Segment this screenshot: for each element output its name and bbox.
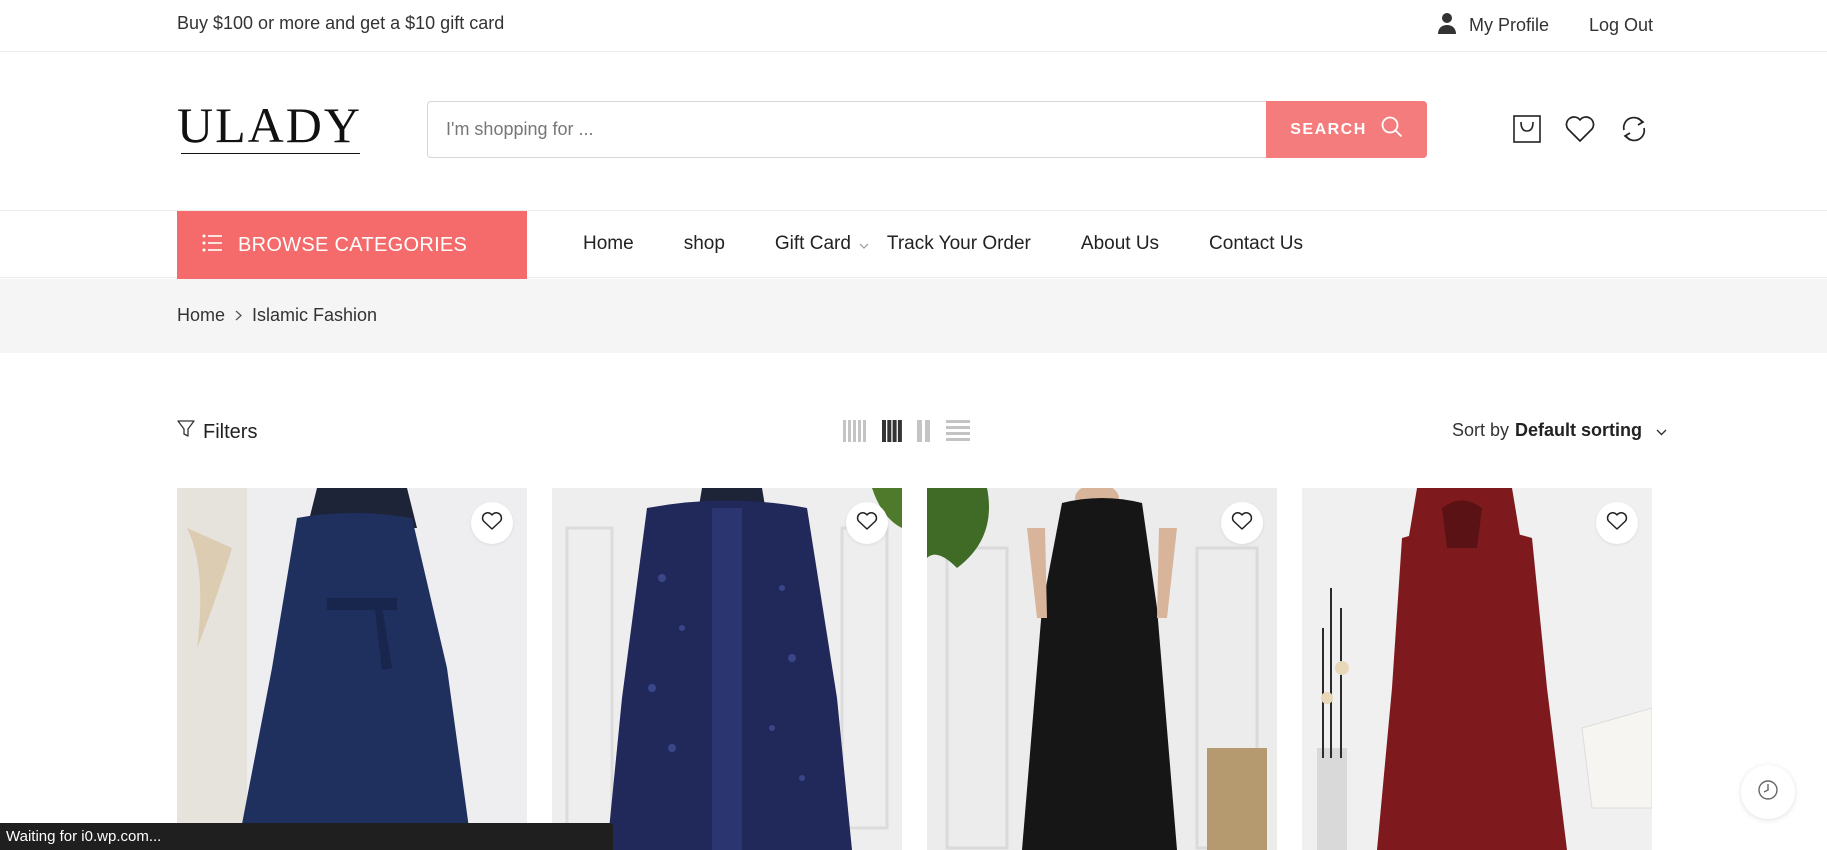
logo-underline (181, 153, 360, 154)
user-icon (1437, 12, 1457, 39)
filters-button[interactable]: Filters (177, 420, 257, 444)
search-input[interactable] (428, 102, 1268, 157)
product-card[interactable] (927, 488, 1277, 850)
heart-icon (1606, 511, 1628, 536)
browser-status-bar: Waiting for i0.wp.com... (0, 823, 613, 850)
filters-label: Filters (203, 420, 258, 443)
top-bar: Buy $100 or more and get a $10 gift card… (0, 0, 1827, 52)
product-image-burgundy-dress (1302, 488, 1652, 850)
my-profile-label: My Profile (1469, 15, 1550, 35)
product-card[interactable] (1302, 488, 1652, 850)
chevron-down-icon (859, 233, 869, 255)
list-icon (177, 234, 222, 257)
view-mode-switcher (843, 420, 970, 447)
nav-item-about-us[interactable]: About Us (1081, 233, 1159, 255)
grid-5-icon[interactable] (843, 420, 867, 447)
main-nav: BROWSE CATEGORIES Home shop Gift Card Tr… (0, 210, 1827, 279)
my-profile-link[interactable]: My Profile (1437, 12, 1549, 39)
heart-icon (856, 511, 878, 536)
browse-categories-label: BROWSE CATEGORIES (238, 233, 468, 256)
heart-icon[interactable] (1564, 113, 1596, 145)
add-to-wishlist-button[interactable] (846, 502, 888, 544)
nav-item-home[interactable]: Home (583, 233, 634, 255)
site-logo[interactable]: ULADY (177, 97, 362, 154)
filter-icon (177, 420, 195, 444)
add-to-wishlist-button[interactable] (1221, 502, 1263, 544)
list-view-icon[interactable] (946, 420, 970, 447)
recently-viewed-button[interactable] (1741, 765, 1795, 819)
search-button-label: SEARCH (1290, 120, 1367, 138)
clock-icon (1757, 779, 1779, 806)
sort-value: Default sorting (1515, 420, 1643, 440)
nav-item-gift-card[interactable]: Gift Card (775, 233, 869, 255)
breadcrumb-home[interactable]: Home (177, 305, 225, 326)
compare-icon[interactable] (1618, 113, 1650, 145)
browse-categories-button[interactable]: BROWSE CATEGORIES (177, 211, 527, 279)
add-to-wishlist-button[interactable] (1596, 502, 1638, 544)
heart-icon (481, 511, 503, 536)
product-card[interactable] (552, 488, 902, 850)
product-card[interactable] (177, 488, 527, 850)
grid-4-icon[interactable] (882, 420, 902, 447)
add-to-wishlist-button[interactable] (471, 502, 513, 544)
chevron-right-icon (235, 305, 242, 326)
grid-2-icon[interactable] (917, 420, 931, 447)
nav-item-track-order[interactable]: Track Your Order (887, 233, 1031, 255)
product-image-navy-sequin-abaya (552, 488, 902, 850)
product-image-black-dress (927, 488, 1277, 850)
cart-icon[interactable] (1511, 113, 1543, 145)
nav-item-gift-card-label: Gift Card (774, 233, 851, 254)
promo-text: Buy $100 or more and get a $10 gift card (177, 13, 505, 33)
nav-item-contact-us[interactable]: Contact Us (1209, 233, 1303, 255)
heart-icon (1231, 511, 1253, 536)
log-out-link[interactable]: Log Out (1589, 15, 1653, 36)
breadcrumb: Home Islamic Fashion (0, 279, 1827, 353)
breadcrumb-current: Islamic Fashion (252, 305, 378, 325)
product-image-navy-abaya (177, 488, 527, 850)
logo-text: ULADY (177, 97, 362, 153)
nav-item-shop[interactable]: shop (684, 233, 725, 255)
search-bar: SEARCH (427, 101, 1427, 158)
nav-menu: Home shop Gift Card Track Your Order Abo… (583, 233, 1303, 255)
sort-dropdown[interactable]: Sort by Default sorting (1452, 420, 1667, 441)
chevron-down-icon (1656, 420, 1667, 441)
search-button[interactable]: SEARCH (1266, 101, 1427, 158)
sort-prefix: Sort by (1452, 420, 1510, 440)
search-icon (1381, 116, 1403, 143)
